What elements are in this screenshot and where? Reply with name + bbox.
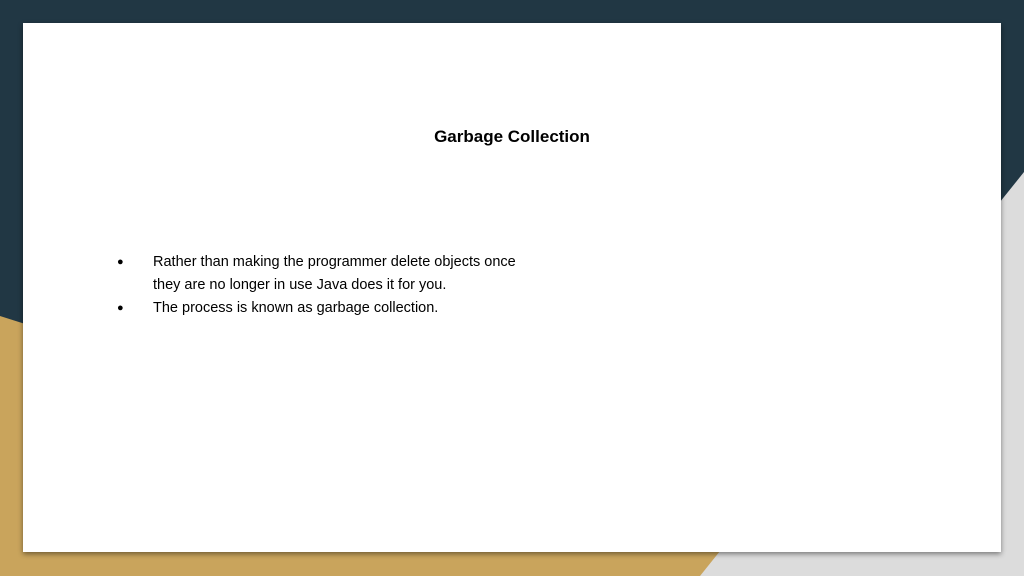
bullet-marker: ●	[117, 256, 124, 268]
slide-title: Garbage Collection	[434, 127, 590, 146]
bullet-text: The process is known as garbage collecti…	[153, 300, 439, 316]
bullet-list: ● Rather than making the programmer dele…	[117, 251, 537, 320]
bullet-marker: ●	[117, 302, 124, 314]
bullet-item: ● Rather than making the programmer dele…	[117, 251, 537, 297]
bullet-item: ● The process is known as garbage collec…	[117, 297, 537, 320]
bullet-text: Rather than making the programmer delete…	[153, 254, 516, 293]
slide-card: Garbage Collection ● Rather than making …	[23, 23, 1001, 552]
